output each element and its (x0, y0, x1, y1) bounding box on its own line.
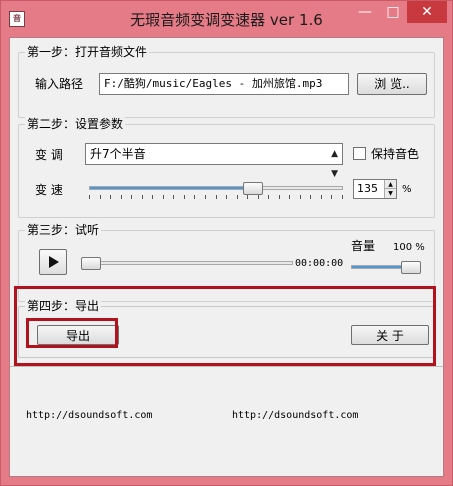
export-button-highlight (26, 318, 118, 348)
speed-slider-ticks (89, 195, 343, 199)
volume-value: 100 % (393, 242, 425, 253)
slider-tick (152, 195, 154, 199)
spin-down-icon[interactable]: ▼ (384, 189, 396, 198)
client-area: 第一步：打开音频文件 输入路径 F:/酷狗/music/Eagles - 加州旅… (9, 37, 444, 477)
speed-unit: % (402, 184, 412, 195)
slider-tick (204, 195, 206, 199)
volume-slider-thumb[interactable] (401, 261, 421, 274)
playback-progress-track[interactable] (81, 261, 293, 265)
speed-value: 135 (357, 182, 378, 195)
slider-tick (173, 195, 175, 199)
speed-spinbox[interactable]: 135 ▲ ▼ (353, 179, 397, 199)
speed-slider-thumb[interactable] (243, 182, 264, 195)
slider-tick (268, 195, 270, 199)
pitch-select-value: 升7个半音 (90, 147, 146, 161)
title-bar[interactable]: 音 无瑕音频变调变速器 ver 1.6 — □ ✕ (1, 1, 452, 37)
minimize-button[interactable]: — (351, 1, 379, 23)
slider-tick (89, 195, 90, 199)
browse-button[interactable]: 浏 览.. (357, 73, 427, 95)
slider-tick (278, 195, 280, 199)
slider-tick (257, 195, 259, 199)
slider-tick (226, 195, 228, 199)
slider-tick (215, 195, 217, 199)
speed-slider-fill (90, 187, 257, 189)
step3-title: 第三步：试听 (25, 223, 102, 238)
slider-tick (331, 195, 333, 199)
slider-tick (131, 195, 133, 199)
play-button[interactable] (39, 249, 67, 275)
app-window: 音 无瑕音频变调变速器 ver 1.6 — □ ✕ 第一步：打开音频文件 输入路… (0, 0, 453, 486)
slider-tick (342, 195, 343, 199)
spin-up-icon[interactable]: ▲ (384, 180, 396, 189)
select-arrows-icon: ▲ ▼ (331, 149, 338, 179)
slider-tick (141, 195, 143, 199)
slider-tick (310, 195, 312, 199)
slider-tick (247, 195, 249, 199)
maximize-button[interactable]: □ (379, 1, 407, 23)
slider-tick (162, 195, 164, 199)
footer-divider (10, 366, 443, 367)
volume-label: 音量 (351, 239, 376, 253)
playback-time: 00:00:00 (295, 258, 344, 269)
speed-label: 变 速 (35, 183, 63, 197)
path-input[interactable]: F:/酷狗/music/Eagles - 加州旅馆.mp3 (99, 73, 349, 95)
pitch-select[interactable]: 升7个半音 ▲ ▼ (85, 143, 343, 179)
slider-tick (236, 195, 238, 199)
slider-tick (289, 195, 291, 199)
slider-tick (299, 195, 301, 199)
path-label: 输入路径 (35, 77, 84, 91)
keep-timbre-checkbox[interactable] (353, 147, 366, 160)
slider-tick (320, 195, 322, 199)
step2-group: 第二步：设置参数 变 调 升7个半音 ▲ ▼ 保持音色 变 速 135 ▲ ▼ % (18, 117, 435, 218)
play-icon (49, 256, 59, 268)
speed-slider-track[interactable] (89, 186, 343, 190)
footer-link-right[interactable]: http://dsoundsoft.com (232, 410, 358, 421)
pitch-label: 变 调 (35, 148, 63, 162)
close-button[interactable]: ✕ (407, 1, 447, 23)
slider-tick (99, 195, 101, 199)
slider-tick (183, 195, 185, 199)
playback-progress-thumb[interactable] (81, 257, 101, 270)
slider-tick (120, 195, 122, 199)
keep-timbre-label: 保持音色 (371, 147, 420, 161)
slider-tick (194, 195, 196, 199)
step2-title: 第二步：设置参数 (25, 117, 126, 132)
footer-link-left[interactable]: http://dsoundsoft.com (26, 410, 152, 421)
step1-group: 第一步：打开音频文件 输入路径 F:/酷狗/music/Eagles - 加州旅… (18, 45, 435, 118)
slider-tick (110, 195, 112, 199)
step1-title: 第一步：打开音频文件 (25, 45, 150, 60)
